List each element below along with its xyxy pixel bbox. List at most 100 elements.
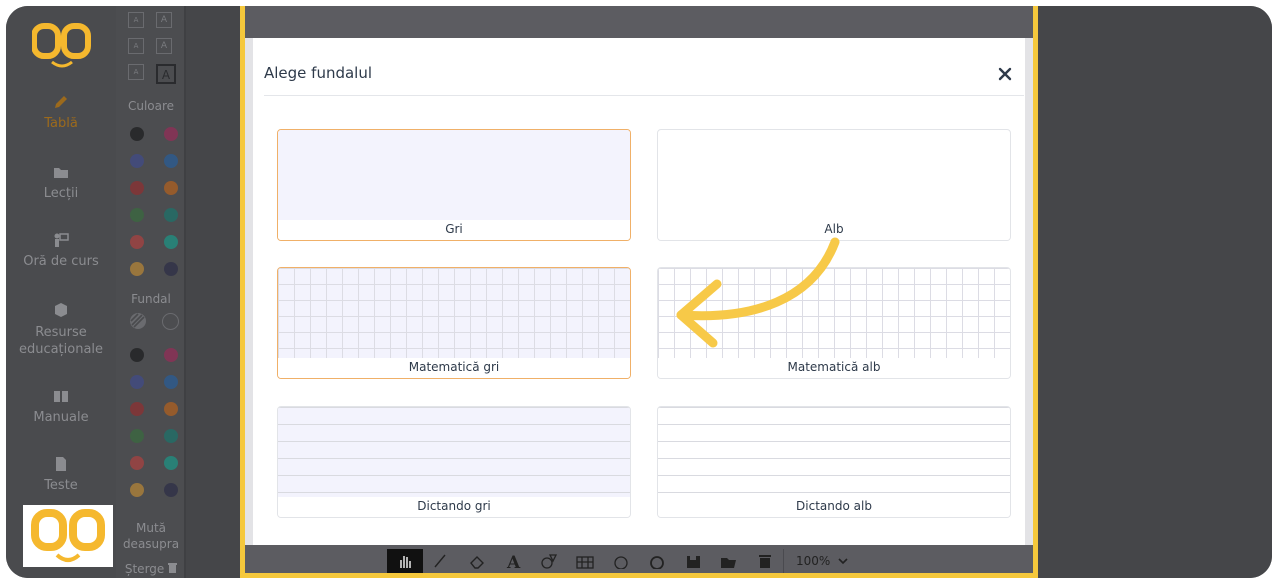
option-alb[interactable]: Alb: [657, 129, 1011, 241]
sidebar: Tablă Lecții Oră de curs Resurse educați…: [6, 6, 116, 578]
book-icon: [54, 391, 68, 402]
background-color-swatch[interactable]: [164, 429, 178, 443]
zoom-select[interactable]: 100%: [783, 549, 863, 573]
preview-dictando-alb: [658, 407, 1010, 499]
watermark-logo: [23, 505, 113, 567]
ring-tool[interactable]: [639, 549, 675, 573]
sidebar-item-label: Teste: [44, 478, 78, 493]
font-size-large[interactable]: A: [156, 38, 172, 54]
background-color-swatch[interactable]: [130, 348, 144, 362]
background-color-swatch[interactable]: [164, 348, 178, 362]
option-label: Alb: [658, 220, 1010, 240]
trash-tool[interactable]: [747, 549, 783, 573]
trash-icon: [759, 555, 771, 568]
shapes-tool[interactable]: [531, 549, 567, 573]
sidebar-item-teste[interactable]: Teste: [6, 456, 116, 493]
pattern-swatch-icon[interactable]: [129, 312, 147, 330]
option-dictando-gri[interactable]: Dictando gri: [277, 406, 631, 518]
app-window: Tablă Lecții Oră de curs Resurse educați…: [6, 6, 1272, 578]
color-swatch[interactable]: [130, 208, 144, 222]
sidebar-item-manuale[interactable]: Manuale: [6, 388, 116, 425]
board-footer: A 100%: [245, 545, 1033, 573]
pencil-icon: [434, 554, 446, 568]
background-color-swatch[interactable]: [130, 375, 144, 389]
background-dialog: Alege fundalul Gri Alb Matematică gri Ma…: [253, 38, 1025, 548]
table-tool[interactable]: [567, 549, 603, 573]
font-size-large[interactable]: A: [156, 12, 172, 28]
document-icon: [56, 457, 66, 471]
sidebar-item-lectii[interactable]: Lecții: [6, 164, 116, 201]
text-tool[interactable]: A: [495, 549, 531, 573]
background-color-swatch[interactable]: [164, 402, 178, 416]
save-tool[interactable]: [675, 549, 711, 573]
save-icon: [687, 556, 700, 568]
color-title: Culoare: [127, 99, 175, 113]
color-swatch[interactable]: [130, 127, 144, 141]
zoom-value: 100%: [796, 554, 831, 568]
color-swatch[interactable]: [164, 262, 178, 276]
background-title: Fundal: [131, 292, 171, 306]
option-gri[interactable]: Gri: [277, 129, 631, 241]
open-tool[interactable]: [711, 549, 747, 573]
background-color-swatch[interactable]: [164, 456, 178, 470]
option-label: Matematică alb: [658, 358, 1010, 378]
color-swatch[interactable]: [164, 154, 178, 168]
color-swatch[interactable]: [130, 235, 144, 249]
option-matematica-gri[interactable]: Matematică gri: [277, 267, 631, 379]
font-size-xlarge[interactable]: A: [156, 64, 176, 84]
open-folder-icon: [721, 558, 736, 568]
folder-icon: [54, 168, 68, 178]
logo-icon: [32, 23, 91, 68]
background-color-swatch[interactable]: [164, 483, 178, 497]
move-front-button[interactable]: Mută deasupra: [116, 520, 186, 552]
option-matematica-alb[interactable]: Matematică alb: [657, 267, 1011, 379]
delete-button[interactable]: Șterge: [116, 562, 186, 576]
pencil-icon: [55, 96, 67, 108]
background-color-swatch[interactable]: [130, 429, 144, 443]
eraser-icon: [470, 556, 484, 569]
background-color-swatch[interactable]: [130, 456, 144, 470]
sidebar-item-label: Resurse educaționale: [18, 325, 104, 357]
color-swatch[interactable]: [130, 262, 144, 276]
sidebar-item-label: Tablă: [44, 116, 78, 131]
background-color-swatch[interactable]: [130, 402, 144, 416]
preview-gri: [278, 130, 630, 222]
circle-tool[interactable]: [603, 549, 639, 573]
option-label: Dictando alb: [658, 497, 1010, 517]
box-icon: [55, 303, 67, 317]
color-swatch[interactable]: [164, 235, 178, 249]
close-button[interactable]: [995, 64, 1015, 84]
background-color-swatch[interactable]: [130, 483, 144, 497]
sidebar-item-ora-de-curs[interactable]: Oră de curs: [6, 232, 116, 269]
font-size-small[interactable]: A: [128, 12, 144, 28]
dialog-divider: [264, 95, 1024, 96]
transparent-swatch[interactable]: [162, 313, 179, 330]
background-color-swatch[interactable]: [164, 375, 178, 389]
color-swatch[interactable]: [130, 154, 144, 168]
color-swatch[interactable]: [130, 181, 144, 195]
color-swatch[interactable]: [164, 127, 178, 141]
option-dictando-alb[interactable]: Dictando alb: [657, 406, 1011, 518]
font-size-small[interactable]: A: [128, 64, 144, 80]
sidebar-item-label: Oră de curs: [23, 254, 99, 269]
hand-tool[interactable]: [387, 549, 423, 573]
sidebar-item-resurse[interactable]: Resurse educaționale: [6, 302, 116, 358]
pencil-tool[interactable]: [423, 549, 459, 573]
text-icon: A: [506, 553, 521, 569]
color-swatch[interactable]: [164, 208, 178, 222]
shapes-icon: [541, 554, 557, 569]
board-header: [245, 6, 1033, 38]
trash-icon: [168, 563, 178, 573]
preview-matematica-gri: [278, 268, 630, 360]
color-swatch[interactable]: [164, 181, 178, 195]
dialog-title: Alege fundalul: [264, 64, 373, 82]
font-size-small[interactable]: A: [128, 38, 144, 54]
sidebar-item-tabla[interactable]: Tablă: [6, 94, 116, 131]
sidebar-item-label: Lecții: [43, 186, 79, 201]
preview-matematica-alb: [658, 268, 1010, 360]
whiteboard: Alege fundalul Gri Alb Matematică gri Ma…: [240, 6, 1038, 578]
eraser-tool[interactable]: [459, 549, 495, 573]
table-icon: [576, 556, 594, 569]
preview-dictando-gri: [278, 407, 630, 499]
chevron-down-icon: [838, 558, 848, 565]
